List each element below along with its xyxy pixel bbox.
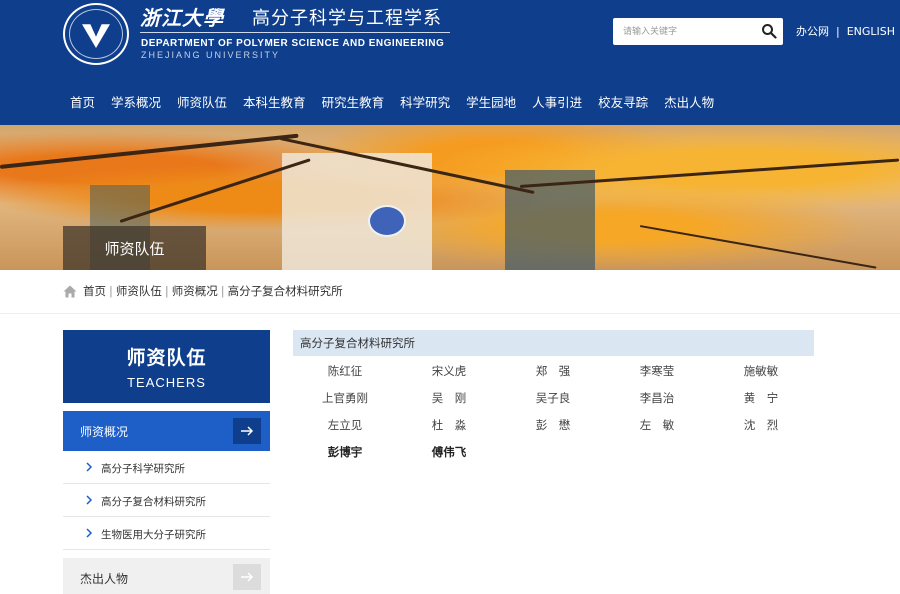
banner-image: 师资队伍 <box>0 125 900 270</box>
faculty-name-link[interactable]: 吴子良 <box>501 389 605 407</box>
sidebar-subitem-composites[interactable]: 高分子复合材料研究所 <box>63 484 270 517</box>
office-link[interactable]: 办公网 <box>796 25 829 38</box>
site-header: 浙江大學 高分子科学与工程学系 DEPARTMENT OF POLYMER SC… <box>0 0 900 125</box>
breadcrumb-faculty[interactable]: 师资队伍 <box>116 283 162 299</box>
nav-item-recruitment[interactable]: 人事引进 <box>525 90 591 116</box>
breadcrumb-separator: | <box>109 284 113 298</box>
arrow-right-icon <box>233 418 261 444</box>
search-box <box>613 18 783 45</box>
faculty-name-link[interactable]: 李寒莹 <box>605 362 709 380</box>
faculty-list: 陈红征 宋义虎郑 强李寒莹 施敏敏上官勇刚吴 刚吴子良 李昌治黄 宁左立见杜 淼彭 懋… <box>293 362 814 461</box>
faculty-name-link[interactable]: 上官勇刚 <box>293 389 397 407</box>
nav-item-graduate[interactable]: 研究生教育 <box>315 90 394 116</box>
search-input[interactable] <box>613 18 753 45</box>
sidebar-header: 师资队伍 TEACHERS <box>63 330 270 403</box>
nav-item-research[interactable]: 科学研究 <box>393 90 459 116</box>
nav-item-about[interactable]: 学系概况 <box>104 90 170 116</box>
sidebar-subitem-label: 生物医用大分子研究所 <box>101 529 206 541</box>
search-icon[interactable] <box>761 23 777 39</box>
university-name-calligraphy: 浙江大學 <box>140 6 224 30</box>
sidebar-item-overview[interactable]: 师资概况 <box>63 411 270 451</box>
home-icon[interactable] <box>63 285 77 298</box>
content-divider <box>0 313 900 314</box>
sidebar-subitem-polymer-science[interactable]: 高分子科学研究所 <box>63 451 270 484</box>
arrow-right-icon <box>233 564 261 590</box>
chevron-right-icon <box>86 495 93 505</box>
banner-emblem <box>368 205 406 237</box>
faculty-name-link[interactable]: 宋义虎 <box>397 362 501 380</box>
chevron-right-icon <box>86 462 93 472</box>
nav-item-home[interactable]: 首页 <box>63 90 104 116</box>
university-seal-logo[interactable] <box>63 3 129 65</box>
faculty-name-link[interactable]: 傅伟飞 <box>397 443 501 461</box>
breadcrumb: 首页 | 师资队伍 | 师资概况 | 高分子复合材料研究所 <box>63 283 343 299</box>
main-nav: 首页 学系概况 师资队伍 本科生教育 研究生教育 科学研究 学生园地 人事引进 … <box>63 90 723 116</box>
nav-item-faculty[interactable]: 师资队伍 <box>170 90 236 116</box>
faculty-name-link[interactable]: 施敏敏 <box>709 362 813 380</box>
sidebar-title-en: TEACHERS <box>127 375 206 390</box>
department-title: 高分子科学与工程学系 <box>252 8 442 29</box>
banner-section-label: 师资队伍 <box>63 226 206 270</box>
university-name-en: ZHEJIANG UNIVERSITY <box>141 50 281 60</box>
faculty-name-link[interactable]: 左 敏 <box>605 416 709 434</box>
breadcrumb-home[interactable]: 首页 <box>83 283 106 299</box>
sidebar-subitem-label: 高分子科学研究所 <box>101 463 185 475</box>
faculty-name-link[interactable]: 李昌治 <box>605 389 709 407</box>
section-title: 高分子复合材料研究所 <box>293 330 814 356</box>
title-divider <box>140 32 450 33</box>
faculty-name-link[interactable]: 郑 强 <box>501 362 605 380</box>
department-title-en: DEPARTMENT OF POLYMER SCIENCE AND ENGINE… <box>141 38 445 49</box>
faculty-name-link[interactable]: 杜 淼 <box>397 416 501 434</box>
nav-item-undergrad[interactable]: 本科生教育 <box>236 90 315 116</box>
sidebar-item-label: 杰出人物 <box>80 572 129 586</box>
breadcrumb-separator: | <box>164 284 169 298</box>
sidebar-item-label: 师资概况 <box>80 425 129 439</box>
nav-item-students[interactable]: 学生园地 <box>459 90 525 116</box>
breadcrumb-overview[interactable]: 师资概况 <box>172 283 218 299</box>
faculty-name-link[interactable]: 黄 宁 <box>709 389 813 407</box>
sidebar-item-notable[interactable]: 杰出人物 <box>63 558 270 594</box>
english-link[interactable]: ENGLISH <box>847 25 895 38</box>
faculty-name-link[interactable]: 彭博宇 <box>293 443 397 461</box>
faculty-name-link[interactable]: 左立见 <box>293 416 397 434</box>
faculty-name-link[interactable]: 吴 刚 <box>397 389 501 407</box>
chevron-right-icon <box>86 528 93 538</box>
top-links: 办公网 | ENGLISH <box>796 23 895 39</box>
sidebar-subitem-biomedical[interactable]: 生物医用大分子研究所 <box>63 517 270 550</box>
faculty-name-link[interactable]: 彭 懋 <box>501 416 605 434</box>
sidebar-title: 师资队伍 <box>126 347 207 369</box>
faculty-name-link[interactable]: 陈红征 <box>293 362 397 380</box>
breadcrumb-current: 高分子复合材料研究所 <box>227 284 343 298</box>
sidebar-subitem-label: 高分子复合材料研究所 <box>101 496 206 508</box>
nav-item-notable[interactable]: 杰出人物 <box>657 90 723 116</box>
faculty-name-link[interactable]: 沈 烈 <box>709 416 813 434</box>
link-separator: | <box>836 25 840 38</box>
breadcrumb-separator: | <box>220 284 225 298</box>
nav-item-alumni[interactable]: 校友寻踪 <box>591 90 657 116</box>
